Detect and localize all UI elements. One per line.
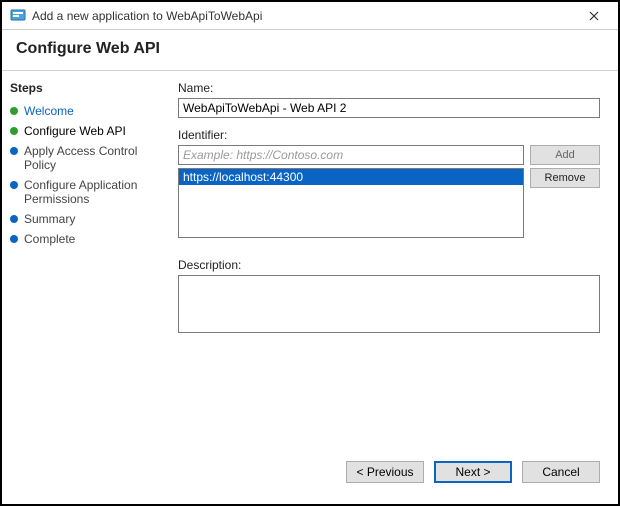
step-label: Configure Web API xyxy=(24,124,126,138)
description-label: Description: xyxy=(178,258,600,272)
window-title: Add a new application to WebApiToWebApi xyxy=(32,9,578,23)
description-input[interactable] xyxy=(178,275,600,333)
remove-button[interactable]: Remove xyxy=(530,168,600,188)
wizard-header: Configure Web API xyxy=(2,30,618,71)
step-bullet-icon xyxy=(10,147,18,155)
identifier-list-item[interactable]: https://localhost:44300 xyxy=(179,169,523,185)
step-label: Apply Access Control Policy xyxy=(24,144,160,172)
steps-sidebar: Steps Welcome Configure Web API Apply Ac… xyxy=(2,71,170,451)
step-label: Welcome xyxy=(24,104,74,118)
identifier-list[interactable]: https://localhost:44300 xyxy=(178,168,524,238)
step-bullet-icon xyxy=(10,127,18,135)
close-icon xyxy=(589,11,599,21)
step-label: Configure Application Permissions xyxy=(24,178,160,206)
main-panel: Name: Identifier: Add https://localhost:… xyxy=(170,71,618,451)
step-access-control-policy[interactable]: Apply Access Control Policy xyxy=(10,141,160,175)
step-summary[interactable]: Summary xyxy=(10,209,160,229)
window-titlebar: Add a new application to WebApiToWebApi xyxy=(2,2,618,30)
step-complete[interactable]: Complete xyxy=(10,229,160,249)
step-configure-web-api[interactable]: Configure Web API xyxy=(10,121,160,141)
next-button[interactable]: Next > xyxy=(434,461,512,483)
previous-button[interactable]: < Previous xyxy=(346,461,424,483)
step-configure-permissions[interactable]: Configure Application Permissions xyxy=(10,175,160,209)
close-button[interactable] xyxy=(578,4,610,28)
add-button[interactable]: Add xyxy=(530,145,600,165)
step-bullet-icon xyxy=(10,107,18,115)
name-input[interactable] xyxy=(178,98,600,118)
step-welcome[interactable]: Welcome xyxy=(10,101,160,121)
app-icon xyxy=(10,8,26,24)
cancel-button[interactable]: Cancel xyxy=(522,461,600,483)
identifier-input[interactable] xyxy=(178,145,524,165)
step-label: Complete xyxy=(24,232,75,246)
page-title: Configure Web API xyxy=(16,40,604,58)
name-label: Name: xyxy=(178,81,600,95)
step-bullet-icon xyxy=(10,235,18,243)
steps-title: Steps xyxy=(10,81,160,95)
wizard-footer: < Previous Next > Cancel xyxy=(2,451,618,497)
step-label: Summary xyxy=(24,212,75,226)
step-bullet-icon xyxy=(10,215,18,223)
identifier-label: Identifier: xyxy=(178,128,600,142)
step-bullet-icon xyxy=(10,181,18,189)
